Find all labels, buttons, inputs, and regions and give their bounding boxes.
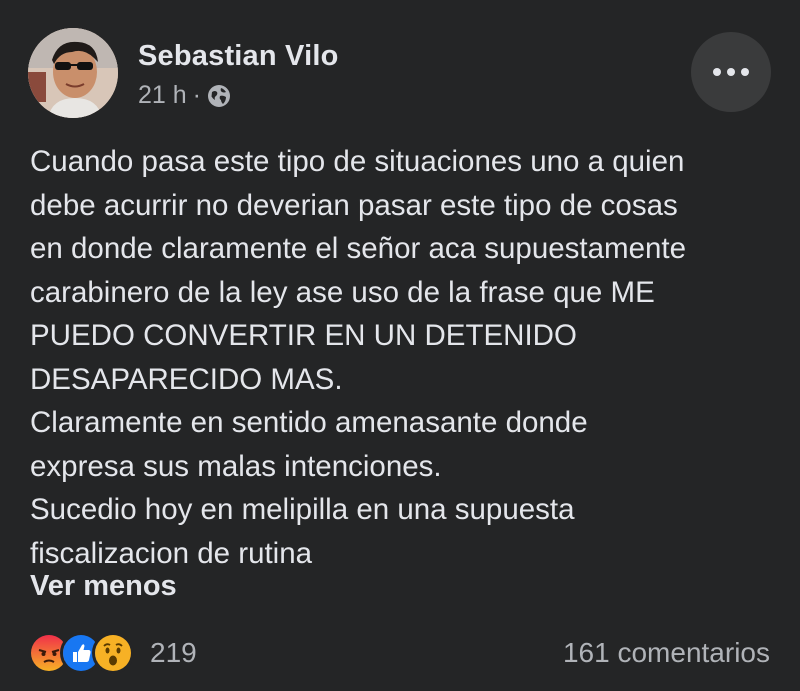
post-body-line: PUEDO CONVERTIR EN UN DETENIDO (30, 319, 577, 352)
post-timestamp[interactable]: 21 h (138, 81, 187, 110)
author-name[interactable]: Sebastian Vilo (138, 40, 339, 73)
post-subline: 21 h · (138, 81, 339, 110)
post-body-line: debe acurrir no deverian pasar este tipo… (30, 188, 678, 222)
post-body-line: carabinero de la ley ase uso de la frase… (30, 275, 655, 309)
avatar[interactable] (28, 28, 118, 118)
globe-icon[interactable] (207, 84, 231, 108)
post-body-line: Claramente en sentido amenasante donde (30, 406, 588, 439)
wow-reaction-icon (92, 632, 134, 674)
post-header: Sebastian Vilo 21 h · (28, 28, 339, 118)
more-options-button[interactable] (691, 32, 771, 112)
post-body-line: en donde claramente el señor aca supuest… (30, 232, 686, 265)
meta-separator: · (192, 81, 201, 109)
post-body-line: Cuando pasa este tipo de situaciones uno… (30, 145, 685, 178)
post-body-line: Sucedio hoy en melipilla en una supuesta (30, 493, 575, 526)
reactions-summary[interactable]: 219 (28, 632, 197, 674)
see-less-link[interactable]: Ver menos (30, 570, 177, 603)
more-dots-icon (713, 68, 749, 76)
reaction-count: 219 (150, 637, 197, 668)
post-body-line: expresa sus malas intenciones. (30, 449, 442, 483)
facebook-post: Sebastian Vilo 21 h · Cuando pasa este t… (0, 0, 800, 691)
reaction-icons (28, 632, 134, 674)
post-body-line: DESAPARECIDO MAS. (30, 362, 343, 396)
post-body-line: fiscalizacion de rutina (30, 536, 313, 570)
post-footer: 219 161 comentarios (28, 625, 770, 681)
comments-count-link[interactable]: 161 comentarios (563, 637, 770, 669)
post-body: Cuando pasa este tipo de situaciones uno… (30, 140, 780, 575)
post-meta: Sebastian Vilo 21 h · (138, 40, 339, 110)
